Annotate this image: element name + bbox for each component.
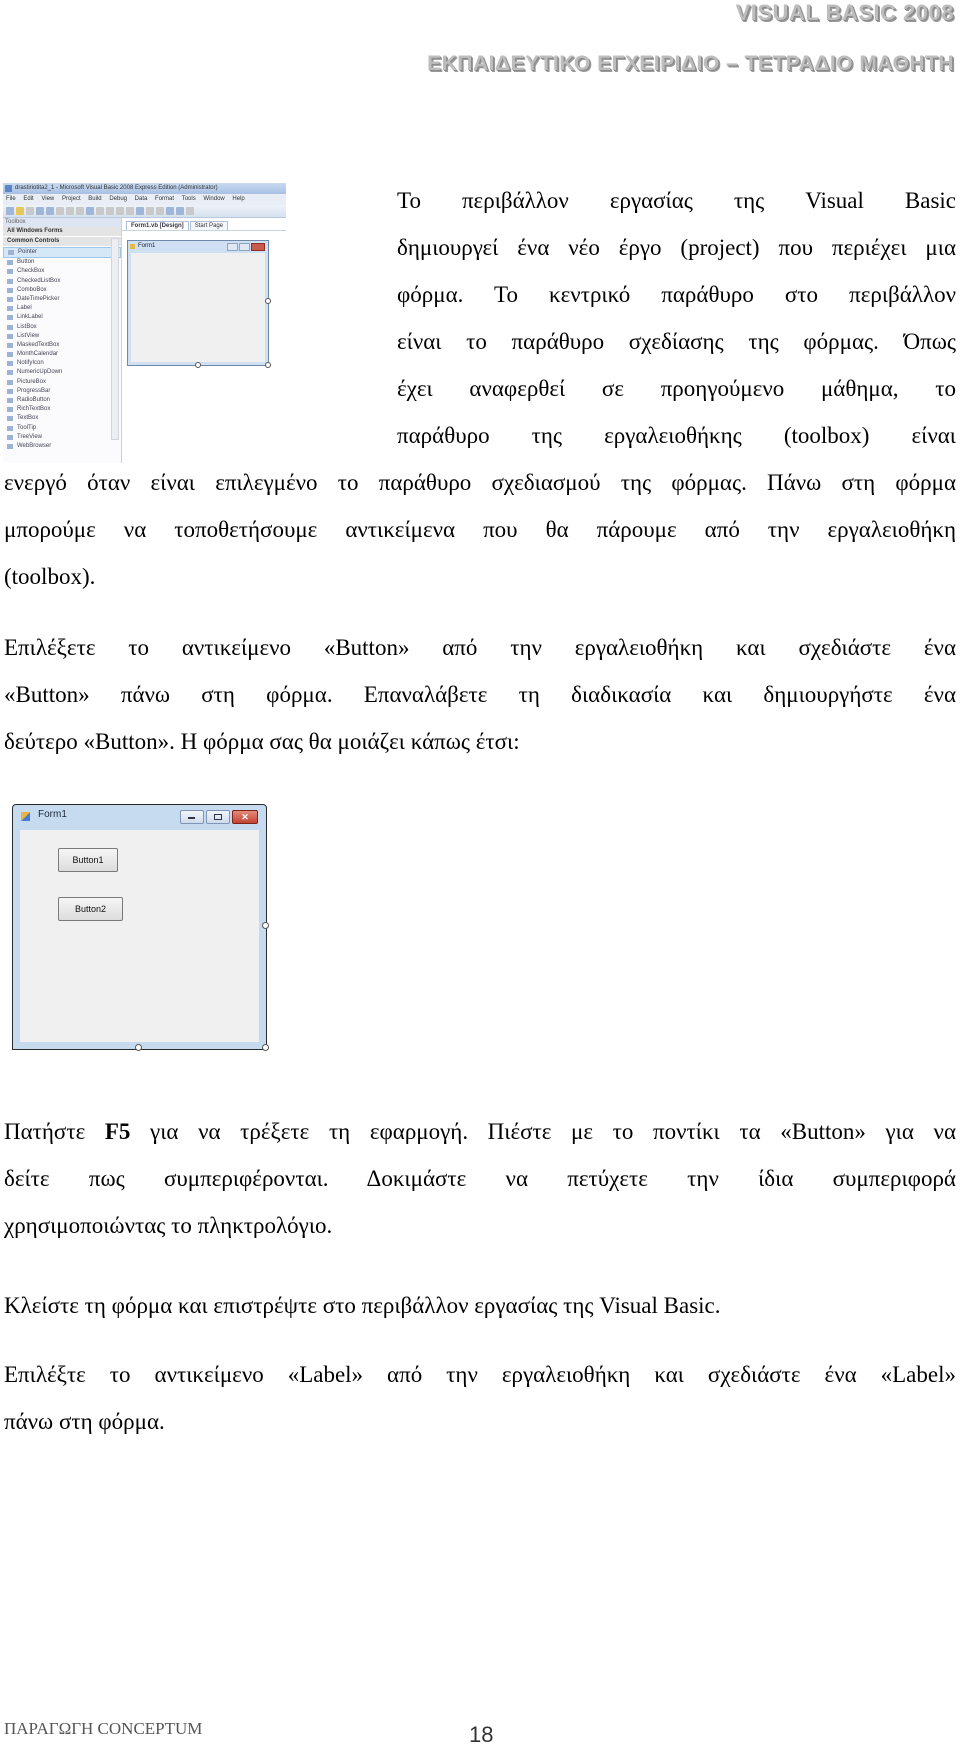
resize-handle-right xyxy=(262,922,269,929)
text-line: έχει αναφερθεί σε προηγούμενο μάθημα, το xyxy=(397,376,956,401)
paragraph-buttons: Επιλέξετε το αντικείμενο «Button» από τη… xyxy=(4,624,956,765)
form1-title-bar: Form1 ✕ xyxy=(13,805,266,827)
form1-title: Form1 xyxy=(38,809,67,820)
text-line: χρησιμοποιώντας το πληκτρολόγιο. xyxy=(4,1213,333,1238)
form1-client-area: Button1 Button2 xyxy=(20,830,259,1042)
text-line: είναι το παράθυρο σχεδίασης της φόρμας. … xyxy=(397,329,956,354)
text-line: Επιλέξετε το αντικείμενο «Button» από τη… xyxy=(4,635,956,660)
text-line: δείτε πως συμπεριφέρονται. Δοκιμάστε να … xyxy=(4,1166,956,1191)
book-subtitle: ΕΚΠΑΙΔΕΥΤΙΚΟ ΕΓΧΕΙΡΙΔΙΟ – ΤΕΤΡΑΔΙΟ ΜΑΘΗΤ… xyxy=(427,52,954,75)
resize-handle-bottom xyxy=(135,1044,142,1051)
paragraph-run: Πατήστε F5 για να τρέξετε τη εφαρμογή. Π… xyxy=(4,1108,956,1249)
page-number: 18 xyxy=(469,1722,494,1747)
book-title: VISUAL BASIC 2008 xyxy=(735,0,954,25)
text-line: Πατήστε F5 για να τρέξετε τη εφαρμογή. Π… xyxy=(4,1108,956,1155)
text-line: μπορούμε να τοποθετήσουμε αντικείμενα πο… xyxy=(4,517,956,542)
resize-handle-corner xyxy=(262,1044,269,1051)
footer-producer: ΠΑΡΑΓΩΓΗ CONCEPTUM xyxy=(4,1719,203,1738)
text-run: Πατήστε xyxy=(4,1119,105,1144)
button2-control: Button2 xyxy=(58,897,123,921)
text-line: πάνω στη φόρμα. xyxy=(4,1409,165,1434)
paragraph-close: Κλείστε τη φόρμα και επιστρέψτε στο περι… xyxy=(4,1282,956,1329)
text-line: δεύτερο «Button». Η φόρμα σας θα μοιάζει… xyxy=(4,729,520,754)
button1-control: Button1 xyxy=(58,848,118,872)
paragraph-intro: Το περιβάλλον εργασίας της Visual Basic … xyxy=(4,177,956,600)
maximize-icon xyxy=(206,810,230,824)
window-buttons: ✕ xyxy=(180,810,258,824)
text-run: για να τρέξετε τη εφαρμογή. Πιέστε με το… xyxy=(130,1119,956,1144)
close-icon: ✕ xyxy=(232,810,258,824)
text-line: «Button» πάνω στη φόρμα. Επαναλάβετε τη … xyxy=(4,682,956,707)
text-line: φόρμα. Το κεντρικό παράθυρο στο περιβάλλ… xyxy=(397,282,956,307)
form1-screenshot: Form1 ✕ Button1 Button2 xyxy=(12,804,269,1051)
minimize-icon xyxy=(180,810,204,824)
key-f5: F5 xyxy=(104,1119,131,1144)
text-line: παράθυρο της εργαλειοθήκης (toolbox) είν… xyxy=(397,423,956,448)
text-line: (toolbox). xyxy=(4,564,96,589)
text-line: ενεργό όταν είναι επιλεγμένο το παράθυρο… xyxy=(4,470,956,495)
text-line: δημιουργεί ένα νέο έργο (project) που πε… xyxy=(397,235,956,260)
form-icon xyxy=(21,812,30,821)
text-line: Το περιβάλλον εργασίας της Visual Basic xyxy=(397,188,956,213)
paragraph-label: Επιλέξτε το αντικείμενο «Label» από την … xyxy=(4,1351,956,1445)
text-line: Κλείστε τη φόρμα και επιστρέψτε στο περι… xyxy=(4,1293,721,1318)
text-line: Επιλέξτε το αντικείμενο «Label» από την … xyxy=(4,1362,956,1387)
